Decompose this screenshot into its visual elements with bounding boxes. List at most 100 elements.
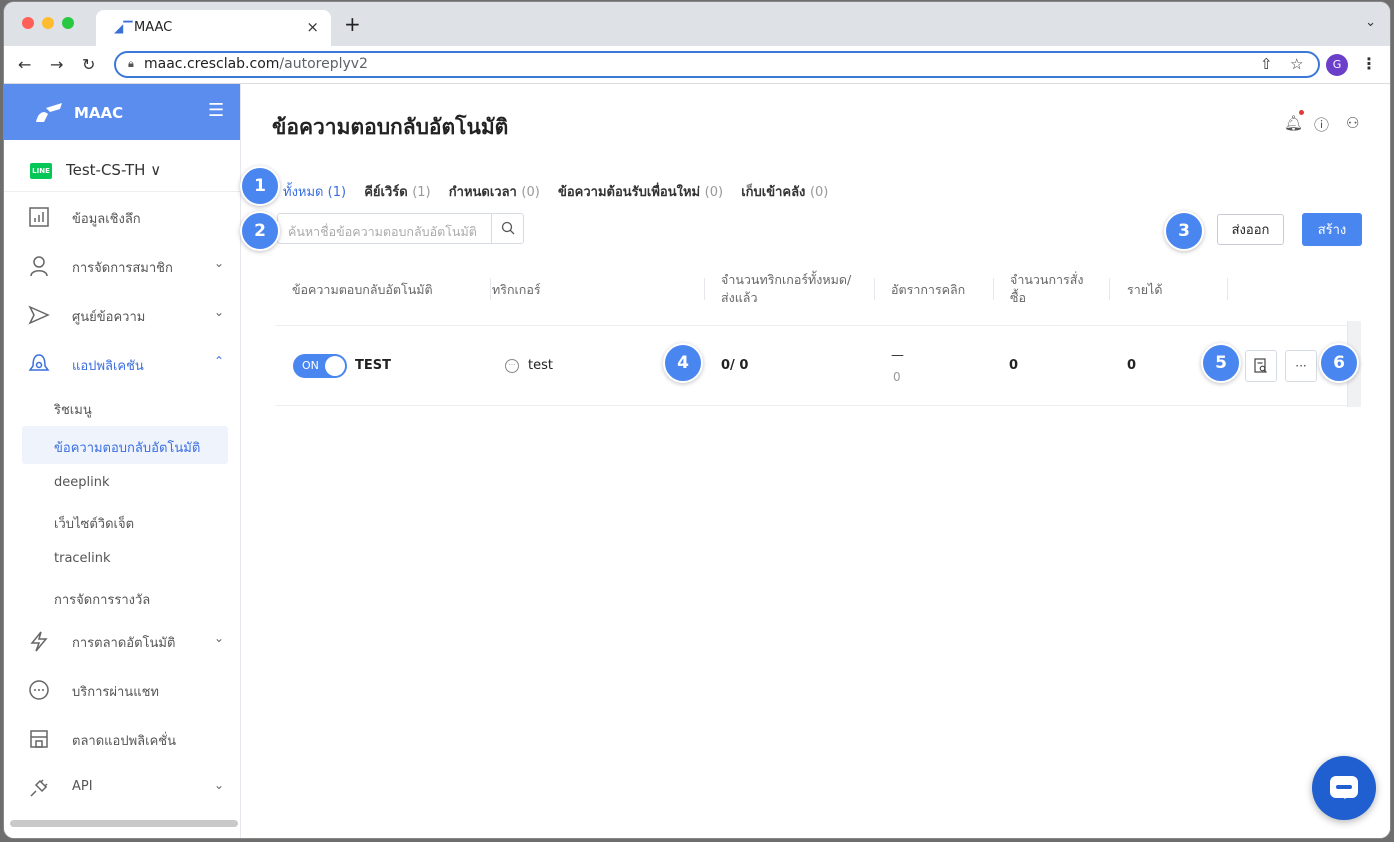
- active-toggle[interactable]: ON: [293, 354, 347, 378]
- tab-scheduled[interactable]: กำหนดเวลา (0): [449, 185, 540, 200]
- reload-icon[interactable]: ↻: [82, 55, 95, 74]
- new-tab-button[interactable]: +: [344, 12, 361, 36]
- maac-logo-icon: [36, 103, 62, 122]
- col-total-sent-line2: ส่งแล้ว: [721, 290, 758, 305]
- column-divider: [490, 278, 491, 300]
- browser-toolbar: ← → ↻ 🔒︎ maac.cresclab.com/autoreplyv2 ⇧…: [4, 46, 1390, 84]
- tab-count: (0): [521, 185, 540, 200]
- line-badge-icon: LINE: [30, 163, 52, 179]
- col-orders-line1: จำนวนการสั่ง: [1010, 272, 1084, 287]
- close-window-button[interactable]: [22, 17, 34, 29]
- forward-icon[interactable]: →: [50, 55, 63, 74]
- account-switcher[interactable]: LINE Test-CS-TH ∨: [4, 140, 240, 192]
- sidebar-item-label: ข้อมูลเชิงลึก: [72, 212, 141, 227]
- browser-tab[interactable]: ◢▔ MAAC ×: [96, 10, 331, 46]
- minimize-window-button[interactable]: [42, 17, 54, 29]
- sidebar-item-automation[interactable]: การตลาดอัตโนมัติ ⌄: [4, 616, 240, 665]
- create-button[interactable]: สร้าง: [1302, 213, 1362, 246]
- revenue-value: 0: [1127, 358, 1137, 373]
- search-placeholder: ค้นหาชื่อข้อความตอบกลับอัตโนมัติ: [288, 224, 477, 239]
- brand-name: MAAC: [74, 104, 124, 122]
- sidebar-item-label: แอปพลิเคชัน: [72, 359, 144, 374]
- store-icon: [30, 730, 48, 748]
- tab-label: กำหนดเวลา: [448, 185, 517, 200]
- bookmark-star-icon[interactable]: ☆: [1290, 55, 1303, 73]
- col-autoreply: ข้อความตอบกลับอัตโนมัติ: [292, 282, 433, 297]
- callout-1: 1: [240, 166, 280, 206]
- subitem-tracelink[interactable]: tracelink: [4, 540, 240, 578]
- search-input[interactable]: ค้นหาชื่อข้อความตอบกลับอัตโนมัติ: [277, 213, 524, 244]
- person-icon: [30, 256, 48, 277]
- subitem-label: tracelink: [54, 551, 111, 566]
- sidebar-item-messages[interactable]: ศูนย์ข้อความ ⌄: [4, 290, 240, 339]
- tab-welcome[interactable]: ข้อความต้อนรับเพื่อนใหม่ (0): [558, 185, 723, 200]
- sidebar-item-members[interactable]: การจัดการสมาชิก ⌄: [4, 241, 240, 290]
- sidebar-header: MAAC ☰: [4, 84, 240, 140]
- col-trigger: ทริกเกอร์: [492, 282, 541, 297]
- sidebar-item-label: การตลาดอัตโนมัติ: [72, 636, 176, 651]
- sidebar-item-label: บริการผ่านแชท: [72, 685, 159, 700]
- column-divider: [993, 278, 994, 300]
- callout-3: 3: [1164, 211, 1204, 251]
- user-settings-icon[interactable]: ⚇: [1346, 114, 1359, 132]
- sidebar-item-applications[interactable]: แอปพลิเคชัน ⌃: [4, 339, 240, 388]
- callout-2: 2: [240, 211, 280, 251]
- url-text: maac.cresclab.com/autoreplyv2: [144, 56, 368, 72]
- report-icon: [1254, 358, 1267, 373]
- trigger-keyword: test: [528, 358, 553, 373]
- bell-icon[interactable]: 🔔︎: [1284, 114, 1303, 132]
- profile-avatar[interactable]: G: [1326, 54, 1348, 76]
- back-icon[interactable]: ←: [18, 55, 31, 74]
- callout-5: 5: [1201, 343, 1241, 383]
- chat-support-button[interactable]: [1312, 756, 1376, 820]
- sidebar-item-api[interactable]: API ⌄: [4, 763, 240, 812]
- tab-title: MAAC: [134, 20, 173, 35]
- more-actions-button[interactable]: ···: [1285, 350, 1317, 382]
- subitem-richmenu[interactable]: ริชเมนู: [4, 388, 240, 426]
- callout-6: 6: [1319, 343, 1359, 383]
- browser-window: ◢▔ MAAC × + ⌄ ← → ↻ 🔒︎ maac.cresclab.com…: [4, 2, 1390, 838]
- chat-bubble-icon: [1330, 776, 1358, 799]
- search-button[interactable]: [491, 214, 523, 243]
- subitem-label: deeplink: [54, 475, 110, 490]
- help-icon[interactable]: ⓘ: [1314, 114, 1329, 135]
- orders-value: 0: [1009, 358, 1019, 373]
- subitem-prizes[interactable]: การจัดการรางวัล: [4, 578, 240, 616]
- tab-count: (0): [704, 185, 724, 200]
- toggle-knob: [325, 356, 345, 376]
- export-button[interactable]: ส่งออก: [1217, 214, 1284, 245]
- tab-count: (0): [809, 185, 829, 200]
- autoreply-name[interactable]: TEST: [355, 358, 391, 373]
- sidebar-item-chat[interactable]: บริการผ่านแชท: [4, 665, 240, 714]
- tab-count: (1): [412, 185, 431, 200]
- search-icon: [501, 221, 515, 235]
- subitem-autoreply[interactable]: ข้อความตอบกลับอัตโนมัติ: [22, 426, 228, 464]
- col-ctr: อัตราการคลิก: [891, 282, 966, 297]
- tab-search-chevron-icon[interactable]: ⌄: [1365, 15, 1376, 30]
- page-title: ข้อความตอบกลับอัตโนมัติ: [272, 115, 509, 139]
- browser-menu-icon[interactable]: ⋮: [1361, 54, 1377, 73]
- address-bar[interactable]: 🔒︎ maac.cresclab.com/autoreplyv2 ⇧ ☆: [114, 51, 1320, 78]
- sidebar-scrollbar[interactable]: [10, 820, 238, 827]
- subitem-label: ริชเมนู: [54, 403, 92, 418]
- share-icon[interactable]: ⇧: [1260, 55, 1273, 73]
- subitem-widget[interactable]: เว็บไซต์วิดเจ็ต: [4, 502, 240, 540]
- tab-all[interactable]: ทั้งหมด (1): [283, 185, 346, 200]
- main-content: ข้อความตอบกลับอัตโนมัติ 🔔︎ ⓘ ⚇ ทั้งหมด (…: [240, 84, 1390, 838]
- maximize-window-button[interactable]: [62, 17, 74, 29]
- tab-label: ข้อความต้อนรับเพื่อนใหม่: [557, 185, 701, 200]
- tab-archived[interactable]: เก็บเข้าคลัง (0): [741, 185, 828, 200]
- col-total-sent: จำนวนทริกเกอร์ทั้งหมด/ส่งแล้ว: [721, 271, 851, 307]
- tab-keyword[interactable]: คีย์เวิร์ด (1): [364, 185, 430, 200]
- subitem-deeplink[interactable]: deeplink: [4, 464, 240, 502]
- sidebar-item-marketplace[interactable]: ตลาดแอปพลิเคชั่น: [4, 714, 240, 763]
- tab-strip: ◢▔ MAAC × + ⌄: [4, 2, 1390, 46]
- sidebar-item-insights[interactable]: ข้อมูลเชิงลึก: [4, 192, 240, 241]
- tab-close-icon[interactable]: ×: [306, 18, 319, 36]
- report-button[interactable]: [1245, 350, 1277, 382]
- notification-dot: [1299, 110, 1304, 115]
- hamburger-menu-icon[interactable]: ☰: [208, 100, 224, 121]
- filter-tabs: ทั้งหมด (1) คีย์เวิร์ด (1) กำหนดเวลา (0)…: [283, 181, 842, 202]
- account-name: Test-CS-TH ∨: [66, 161, 162, 179]
- chevron-down-icon: ⌄: [214, 305, 225, 319]
